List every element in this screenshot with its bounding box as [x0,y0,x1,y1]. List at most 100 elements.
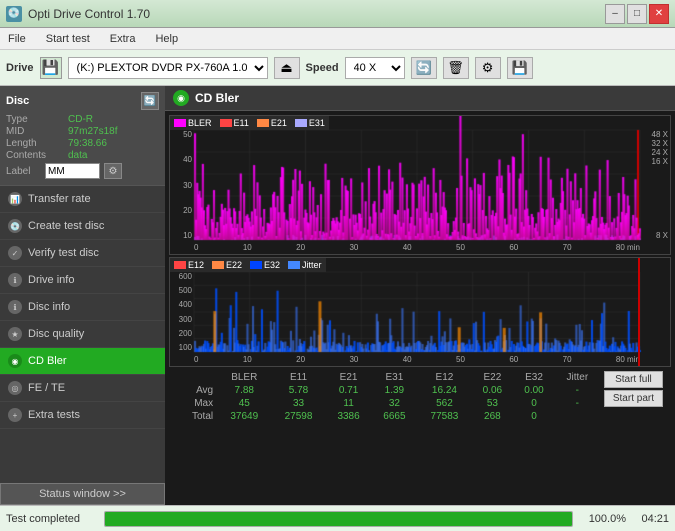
menu-file[interactable]: File [4,31,30,47]
top-chart-x-axis: 01020304050607080 min [194,243,640,252]
table-row: Avg7.885.780.711.3916.240.060.00- [173,384,600,397]
drive-label: Drive [6,62,34,74]
sidebar: Disc 🔄 Type CD-R MID 97m27s18f Length 79… [0,86,165,505]
minimize-button[interactable]: – [605,4,625,24]
verify-test-disc-icon: ✓ [8,246,22,260]
col-jitter: Jitter [555,371,600,384]
cd-bler-icon: ◉ [8,354,22,368]
disc-title: Disc [6,95,29,107]
menu-start-test[interactable]: Start test [42,31,94,47]
mid-key: MID [6,126,64,137]
drivebar: Drive 💾 (K:) PLEXTOR DVDR PX-760A 1.07 ⏏… [0,50,675,86]
titlebar: 💿 Opti Drive Control 1.70 – □ ✕ [0,0,675,28]
sidebar-label-drive-info: Drive info [28,274,74,286]
start-full-button[interactable]: Start full [604,371,663,388]
erase-button[interactable]: 🗑 [443,57,469,79]
content-area: ◉ CD Bler BLER E11 E21 E31 48 X 32 X 24 … [165,86,675,505]
sidebar-label-disc-quality: Disc quality [28,328,84,340]
col-e21: E21 [326,371,372,384]
disc-info-icon: ℹ [8,300,22,314]
type-key: Type [6,114,64,125]
col-e12: E12 [417,371,471,384]
type-val: CD-R [68,114,93,125]
create-test-disc-icon: 💿 [8,219,22,233]
sidebar-item-cd-bler[interactable]: ◉ CD Bler [0,348,165,375]
main-area: Disc 🔄 Type CD-R MID 97m27s18f Length 79… [0,86,675,505]
start-buttons: Start full Start part [600,371,667,407]
stats-tbody: Avg7.885.780.711.3916.240.060.00-Max4533… [173,384,600,423]
top-chart: BLER E11 E21 E31 48 X 32 X 24 X 16 X 8 X… [169,115,671,255]
bottom-chart-x-axis: 01020304050607080 min [194,355,640,364]
sidebar-item-fe-te[interactable]: ◎ FE / TE [0,375,165,402]
length-key: Length [6,138,64,149]
sidebar-label-disc-info: Disc info [28,301,70,313]
sidebar-item-transfer-rate[interactable]: 📊 Transfer rate [0,186,165,213]
speed-select[interactable]: 40 X [345,57,405,79]
sidebar-item-create-test-disc[interactable]: 💿 Create test disc [0,213,165,240]
cd-bler-icon: ◉ [173,90,189,106]
menu-extra[interactable]: Extra [106,31,140,47]
sidebar-label-create-test-disc: Create test disc [28,220,104,232]
cd-bler-title: CD Bler [195,91,239,105]
sidebar-label-transfer-rate: Transfer rate [28,193,91,205]
sidebar-label-extra-tests: Extra tests [28,409,80,421]
titlebar-left: 💿 Opti Drive Control 1.70 [6,6,150,22]
label-input[interactable] [45,163,100,179]
transfer-rate-icon: 📊 [8,192,22,206]
progress-fill [105,512,572,526]
statusbar: Test completed 100.0% 04:21 [0,505,675,531]
bottom-chart-legend: E12 E22 E32 Jitter [170,258,326,272]
col-e22: E22 [472,371,514,384]
bottom-chart: E12 E22 E32 Jitter 600 500 400 300 200 1… [169,257,671,367]
mid-val: 97m27s18f [68,126,117,137]
length-val: 79:38.66 [68,138,107,149]
time-label: 04:21 [634,513,669,525]
speed-label: Speed [306,62,339,74]
stats-area: BLER E11 E21 E31 E12 E22 E32 Jitter Avg7… [169,369,671,425]
app-icon: 💿 [6,6,22,22]
sidebar-item-disc-quality[interactable]: ★ Disc quality [0,321,165,348]
eject-button[interactable]: ⏏ [274,57,300,79]
drive-select[interactable]: (K:) PLEXTOR DVDR PX-760A 1.07 [68,57,268,79]
drive-icon: 💾 [40,57,62,79]
progress-label: 100.0% [581,513,626,525]
refresh-button[interactable]: 🔄 [411,57,437,79]
label-icon-button[interactable]: ⚙ [104,163,122,179]
nav-items: 📊 Transfer rate 💿 Create test disc ✓ Ver… [0,186,165,429]
status-window-button[interactable]: Status window >> [0,483,165,505]
top-chart-canvas [170,116,670,254]
sidebar-label-verify-test-disc: Verify test disc [28,247,99,259]
fe-te-icon: ◎ [8,381,22,395]
charts-area: BLER E11 E21 E31 48 X 32 X 24 X 16 X 8 X… [165,111,675,505]
col-bler: BLER [217,371,271,384]
stats-table: BLER E11 E21 E31 E12 E22 E32 Jitter Avg7… [173,371,600,423]
col-e32: E32 [513,371,555,384]
bottom-chart-canvas [170,258,670,366]
sidebar-item-drive-info[interactable]: ℹ Drive info [0,267,165,294]
status-text: Test completed [6,513,96,525]
table-row: Max45331132562530- [173,397,600,410]
contents-val: data [68,150,87,161]
start-part-button[interactable]: Start part [604,390,663,407]
sidebar-item-verify-test-disc[interactable]: ✓ Verify test disc [0,240,165,267]
maximize-button[interactable]: □ [627,4,647,24]
drive-info-icon: ℹ [8,273,22,287]
cd-bler-header: ◉ CD Bler [165,86,675,111]
col-e31: E31 [371,371,417,384]
disc-header: Disc 🔄 [6,92,159,110]
contents-key: Contents [6,150,64,161]
sidebar-label-cd-bler: CD Bler [28,355,67,367]
disc-quality-icon: ★ [8,327,22,341]
app-title: Opti Drive Control 1.70 [28,7,150,21]
progress-bar [104,511,573,527]
sidebar-item-disc-info[interactable]: ℹ Disc info [0,294,165,321]
menu-help[interactable]: Help [151,31,182,47]
settings-button[interactable]: ⚙ [475,57,501,79]
disc-refresh-button[interactable]: 🔄 [141,92,159,110]
sidebar-item-extra-tests[interactable]: + Extra tests [0,402,165,429]
save-button[interactable]: 💾 [507,57,533,79]
top-chart-legend: BLER E11 E21 E31 [170,116,329,130]
extra-tests-icon: + [8,408,22,422]
sidebar-label-fe-te: FE / TE [28,382,65,394]
close-button[interactable]: ✕ [649,4,669,24]
